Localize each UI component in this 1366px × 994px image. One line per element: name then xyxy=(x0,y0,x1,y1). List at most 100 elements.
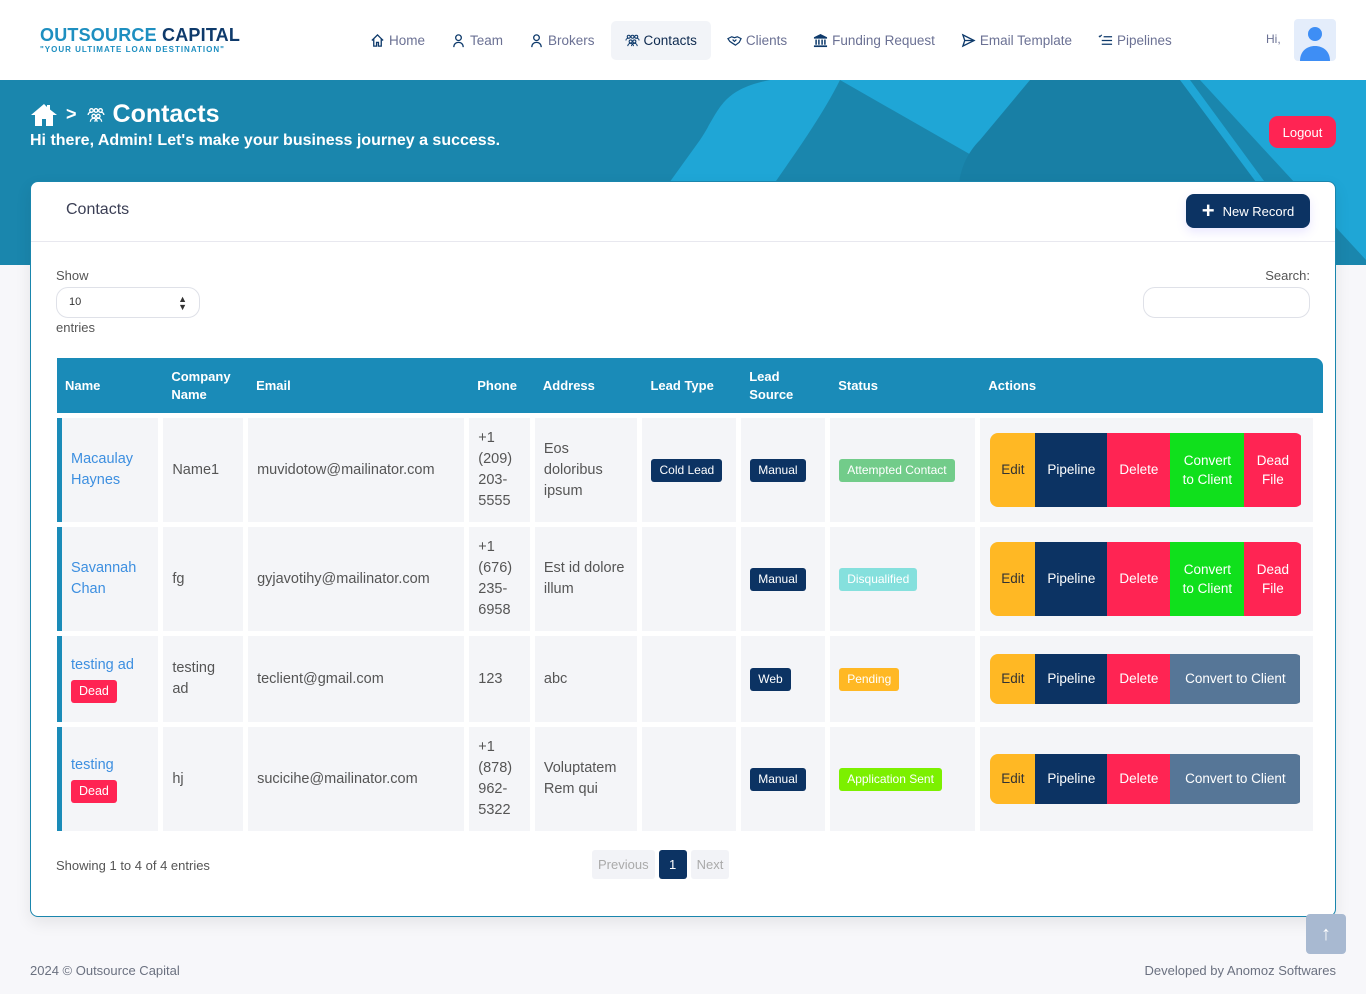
new-record-button[interactable]: + New Record xyxy=(1186,194,1310,228)
page-length-value: 10 xyxy=(69,296,82,308)
home-icon[interactable] xyxy=(30,103,58,127)
send-icon xyxy=(961,33,976,48)
home-icon xyxy=(371,33,384,47)
pipeline-button[interactable]: Pipeline xyxy=(1035,654,1108,704)
col-header-name[interactable]: Name xyxy=(57,358,159,413)
user-icon xyxy=(453,34,464,48)
col-header-phone[interactable]: Phone xyxy=(469,358,530,413)
edit-button[interactable]: Edit xyxy=(990,654,1036,704)
col-header-email[interactable]: Email xyxy=(248,358,465,413)
pipeline-button[interactable]: Pipeline xyxy=(1035,542,1108,616)
cell-lead-source: Manual xyxy=(741,418,826,522)
action-button-group: Edit Pipeline Delete Convert to Client Dead … xyxy=(990,542,1303,616)
contact-name-link[interactable]: Macaulay Haynes xyxy=(71,451,133,488)
cell-email: gyjavotihy@mailinator.com xyxy=(248,527,465,631)
cell-status: Disqualified xyxy=(830,527,976,631)
card-title: Contacts xyxy=(66,201,130,218)
col-header-actions: Actions xyxy=(980,358,1313,413)
nav-label: Funding Request xyxy=(832,33,935,48)
avatar[interactable] xyxy=(1294,19,1336,61)
edit-button[interactable]: Edit xyxy=(990,754,1036,804)
convert-to-client-button[interactable]: Convert to Client xyxy=(1170,654,1301,704)
nav-label: Pipelines xyxy=(1116,33,1172,48)
cell-lead-source: Manual xyxy=(741,727,826,831)
brand-tagline: "YOUR ULTIMATE LOAN DESTINATION" xyxy=(40,45,225,54)
dead-file-button[interactable]: Dead File xyxy=(1244,433,1302,507)
logout-button[interactable]: Logout xyxy=(1269,116,1336,148)
nav-item-contacts[interactable]: Contacts xyxy=(610,21,711,60)
search-input[interactable] xyxy=(1143,287,1310,318)
cell-phone: +1 (676) 235-6958 xyxy=(469,527,530,631)
previous-page-button[interactable]: Previous xyxy=(592,850,655,879)
nav-item-home[interactable]: Home xyxy=(360,21,435,60)
arrow-up-icon: ↑ xyxy=(1321,922,1331,945)
page-1-button[interactable]: 1 xyxy=(658,850,687,879)
delete-button[interactable]: Delete xyxy=(1107,433,1171,507)
brand-logo[interactable]: OUTSOURCE CAPITAL "YOUR ULTIMATE LOAN DE… xyxy=(40,25,240,55)
col-header-status[interactable]: Status xyxy=(830,358,976,413)
brand-name-part1: OUTSOURCE xyxy=(40,25,157,45)
action-button-group: Edit Pipeline Delete Convert to Client xyxy=(990,754,1303,804)
action-button-group: Edit Pipeline Delete Convert to Client xyxy=(990,654,1303,704)
plus-icon: + xyxy=(1201,198,1215,223)
nav-item-clients[interactable]: Clients xyxy=(717,21,797,60)
pipeline-button[interactable]: Pipeline xyxy=(1035,433,1108,507)
edit-button[interactable]: Edit xyxy=(990,433,1036,507)
nav-item-brokers[interactable]: Brokers xyxy=(519,21,605,60)
contact-name-link[interactable]: Savannah Chan xyxy=(71,560,136,597)
brand-name-part2: CAPITAL xyxy=(162,25,241,45)
nav-item-email-template[interactable]: Email Template xyxy=(951,21,1082,60)
pipeline-button[interactable]: Pipeline xyxy=(1035,754,1108,804)
delete-button[interactable]: Delete xyxy=(1107,542,1171,616)
edit-button[interactable]: Edit xyxy=(990,542,1036,616)
convert-to-client-button[interactable]: Convert to Client xyxy=(1170,754,1301,804)
cell-name: testing ad Dead xyxy=(57,636,159,722)
table-row: testing ad Dead testing ad teclient@gmail.c… xyxy=(57,636,1313,722)
dead-file-button[interactable]: Dead File xyxy=(1244,542,1302,616)
contact-name-link[interactable]: testing xyxy=(71,757,114,773)
nav-item-team[interactable]: Team xyxy=(441,21,513,60)
convert-to-client-button[interactable]: Convert to Client xyxy=(1170,433,1245,507)
nav-item-pipelines[interactable]: Pipelines xyxy=(1088,21,1182,60)
scroll-to-top-button[interactable]: ↑ xyxy=(1306,914,1346,954)
cell-lead-type xyxy=(642,527,737,631)
entries-label: entries xyxy=(56,320,96,335)
nav-label: Contacts xyxy=(643,33,697,48)
cell-actions: Edit Pipeline Delete Convert to Client Dead … xyxy=(980,527,1313,631)
page-length-select[interactable]: 10 ▲ ▼ xyxy=(56,287,200,318)
search-label: Search: xyxy=(1265,268,1310,283)
cell-phone: 123 xyxy=(469,636,530,722)
col-header-lead-type[interactable]: Lead Type xyxy=(642,358,737,413)
contact-name-link[interactable]: testing ad xyxy=(71,657,134,673)
col-header-lead-source[interactable]: Lead Source xyxy=(741,358,826,413)
cell-status: Attempted Contact xyxy=(830,418,976,522)
table-info: Showing 1 to 4 of 4 entries xyxy=(56,858,210,873)
cell-lead-source: Manual xyxy=(741,527,826,631)
col-header-address[interactable]: Address xyxy=(534,358,638,413)
people-icon xyxy=(86,107,105,122)
lead-source-badge: Manual xyxy=(750,567,806,591)
col-header-company[interactable]: Company Name xyxy=(163,358,244,413)
table-header-row: Name Company Name Email Phone Address Le… xyxy=(57,358,1313,413)
next-page-button[interactable]: Next xyxy=(690,850,730,879)
cell-actions: Edit Pipeline Delete Convert to Client Dead … xyxy=(980,418,1313,522)
cell-status: Application Sent xyxy=(830,727,976,831)
cell-lead-type xyxy=(642,727,737,831)
cell-phone: +1 (878) 962-5322 xyxy=(469,727,530,831)
cell-email: muvidotow@mailinator.com xyxy=(248,418,465,522)
breadcrumb-separator: > xyxy=(66,104,77,124)
user-greeting: Hi, xyxy=(1266,32,1281,46)
convert-to-client-button[interactable]: Convert to Client xyxy=(1170,542,1245,616)
status-badge: Attempted Contact xyxy=(839,458,955,482)
nav-label: Team xyxy=(470,33,504,48)
action-button-group: Edit Pipeline Delete Convert to Client Dead … xyxy=(990,433,1303,507)
delete-button[interactable]: Delete xyxy=(1107,754,1171,804)
nav-item-funding-request[interactable]: Funding Request xyxy=(803,21,945,60)
delete-button[interactable]: Delete xyxy=(1107,654,1171,704)
show-label: Show xyxy=(56,268,89,283)
cell-address: Est id dolore illum xyxy=(534,527,638,631)
footer-credits: Developed by Anomoz Softwares xyxy=(1144,963,1337,978)
cell-name: Savannah Chan xyxy=(57,527,159,631)
main-nav: Home Team Brokers Contacts Clients Fundi… xyxy=(360,21,1188,60)
handshake-icon xyxy=(726,36,742,46)
